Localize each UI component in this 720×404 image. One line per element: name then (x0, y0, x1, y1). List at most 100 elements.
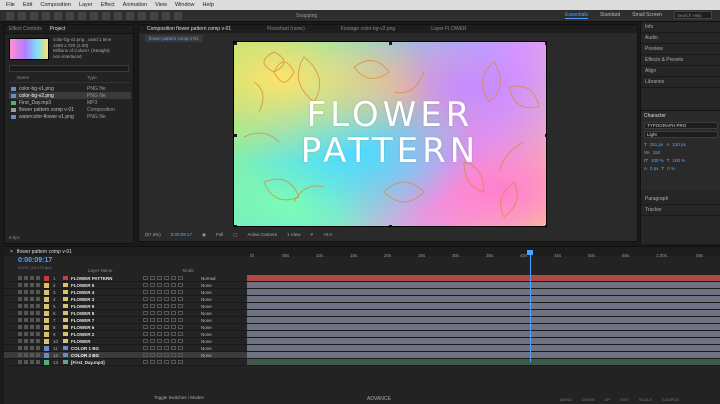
rotate-tool-icon[interactable] (54, 11, 62, 20)
fx-icon[interactable] (164, 318, 169, 322)
layer-switches[interactable] (4, 360, 44, 364)
shy-icon[interactable] (143, 311, 148, 315)
audio-icon[interactable] (24, 332, 28, 336)
menu-composition[interactable]: Composition (40, 2, 71, 8)
layer-duration-bar[interactable] (247, 282, 720, 288)
shy-icon[interactable] (143, 325, 148, 329)
motion-blur-icon[interactable] (171, 283, 176, 287)
motion-blur-icon[interactable] (171, 346, 176, 350)
solo-icon[interactable] (30, 283, 34, 287)
quality-icon[interactable] (157, 325, 162, 329)
audio-icon[interactable] (24, 283, 28, 287)
quality-icon[interactable] (157, 339, 162, 343)
layer-mode-dropdown[interactable]: None (199, 283, 239, 288)
layer-name[interactable]: FLOWER (71, 339, 143, 344)
layer-label-color[interactable] (44, 359, 49, 365)
layer-switches[interactable] (4, 339, 44, 343)
quality-icon[interactable] (157, 290, 162, 294)
motion-blur-icon[interactable] (171, 332, 176, 336)
layer-name[interactable]: FLOWER 7 (71, 318, 143, 323)
adjustment-icon[interactable] (178, 318, 183, 322)
quality-icon[interactable] (157, 346, 162, 350)
layer-label-color[interactable] (44, 289, 49, 295)
layer-label-color[interactable] (44, 331, 49, 337)
effect-controls-tab[interactable]: Effect Controls (9, 26, 42, 32)
eye-icon[interactable] (18, 353, 22, 357)
layer-switches[interactable] (4, 332, 44, 336)
motion-blur-icon[interactable] (171, 297, 176, 301)
shy-icon[interactable] (143, 276, 148, 280)
layer-label-color[interactable] (44, 310, 49, 316)
close-icon[interactable]: × (10, 249, 13, 255)
monitor-menu-button[interactable]: MENU (560, 397, 572, 402)
flowchart-tab[interactable]: Flowchart (none) (267, 26, 305, 32)
layer-duration-bar[interactable] (247, 338, 720, 344)
baseline-shift-value[interactable]: 0 px (650, 166, 659, 171)
monitor-scale-button[interactable]: SCALE (639, 397, 652, 402)
layer-name[interactable]: FLOWER PATTERN (71, 276, 143, 281)
footage-tab[interactable]: Footage color-bg-v2.png (341, 26, 395, 32)
snapping-toggle[interactable]: Snapping (296, 13, 317, 19)
eye-icon[interactable] (18, 360, 22, 364)
fx-icon[interactable] (164, 304, 169, 308)
workspace-standard[interactable]: Standard (600, 12, 620, 18)
layer-mode-dropdown[interactable]: None (199, 332, 239, 337)
paragraph-panel-tab[interactable]: Paragraph (641, 194, 720, 205)
adjustment-icon[interactable] (178, 332, 183, 336)
fx-icon[interactable] (164, 346, 169, 350)
layer-label-color[interactable] (44, 338, 49, 344)
layer-duration-bar[interactable] (247, 345, 720, 351)
timeline-layer-row[interactable]: 12 COLOR 2 BG None (4, 352, 720, 359)
preview-panel-tab[interactable]: Preview (641, 44, 720, 55)
layer-name[interactable]: FLOWER 5 (71, 283, 143, 288)
layer-mode-dropdown[interactable]: None (199, 339, 239, 344)
fx-icon[interactable] (164, 332, 169, 336)
timeline-layer-row[interactable]: 8 FLOWER 6 None (4, 324, 720, 331)
monitor-up-button[interactable]: UP (604, 397, 610, 402)
layer-duration-bar[interactable] (247, 275, 720, 281)
eye-icon[interactable] (18, 332, 22, 336)
audio-icon[interactable] (24, 339, 28, 343)
timeline-current-time[interactable]: 0:00:09:17 (18, 257, 52, 264)
fx-icon[interactable] (164, 276, 169, 280)
shy-icon[interactable] (143, 304, 148, 308)
shape-tool-icon[interactable] (90, 11, 98, 20)
lock-icon[interactable] (36, 346, 40, 350)
motion-blur-icon[interactable] (171, 339, 176, 343)
fx-icon[interactable] (164, 325, 169, 329)
audio-icon[interactable] (24, 276, 28, 280)
collapse-icon[interactable] (150, 276, 155, 280)
layer-mode-dropdown[interactable]: None (199, 290, 239, 295)
adjustment-icon[interactable] (178, 304, 183, 308)
layer-name[interactable]: FLOWER 6 (71, 325, 143, 330)
adjustment-icon[interactable] (178, 360, 183, 364)
libraries-panel-tab[interactable]: Libraries (641, 77, 720, 88)
adjustment-icon[interactable] (178, 346, 183, 350)
composition-viewer[interactable]: FLOWER PATTERN (233, 41, 547, 227)
quality-icon[interactable] (157, 311, 162, 315)
collapse-icon[interactable] (150, 353, 155, 357)
project-item[interactable]: flower pattern comp v-01 Composition (9, 106, 131, 113)
zoom-tool-icon[interactable] (42, 11, 50, 20)
timeline-layer-row[interactable]: 4 FLOWER 3 None (4, 296, 720, 303)
motion-blur-icon[interactable] (171, 318, 176, 322)
lock-icon[interactable] (36, 276, 40, 280)
layer-duration-bar[interactable] (247, 352, 720, 358)
fx-icon[interactable] (164, 297, 169, 301)
timeline-layer-row[interactable]: 1 FLOWER PATTERN Normal (4, 275, 720, 282)
eye-icon[interactable] (18, 276, 22, 280)
layer-name[interactable]: FLOWER 9 (71, 304, 143, 309)
menu-window[interactable]: Window (175, 2, 195, 8)
solo-icon[interactable] (30, 276, 34, 280)
layer-label-color[interactable] (44, 275, 49, 281)
layer-label-color[interactable] (44, 345, 49, 351)
audio-icon[interactable] (24, 346, 28, 350)
audio-icon[interactable] (24, 325, 28, 329)
adjustment-icon[interactable] (178, 311, 183, 315)
quality-icon[interactable] (157, 360, 162, 364)
menu-help[interactable]: Help (203, 2, 214, 8)
shy-icon[interactable] (143, 346, 148, 350)
shy-icon[interactable] (143, 283, 148, 287)
align-panel-tab[interactable]: Align (641, 66, 720, 77)
layer-label-color[interactable] (44, 317, 49, 323)
